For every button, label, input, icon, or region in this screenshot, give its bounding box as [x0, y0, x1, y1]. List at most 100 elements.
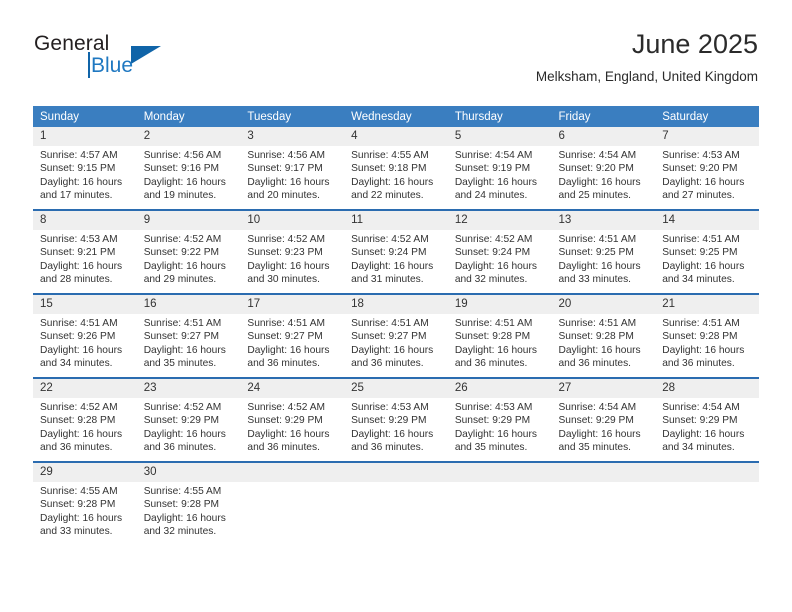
daylight-text-line2: and 36 minutes.	[247, 442, 320, 454]
day-number: 29	[33, 463, 137, 482]
weekday-header-row: Sunday Monday Tuesday Wednesday Thursday…	[33, 106, 759, 127]
day-number: 6	[551, 127, 656, 146]
day-details: Sunrise: 4:52 AM Sunset: 9:29 PM Dayligh…	[137, 398, 241, 455]
day-cell[interactable]: 5 Sunrise: 4:54 AM Sunset: 9:19 PM Dayli…	[447, 127, 552, 211]
day-number: 20	[551, 295, 656, 314]
sunset-text: Sunset: 9:27 PM	[143, 331, 220, 343]
day-cell[interactable]: 10 Sunrise: 4:52 AM Sunset: 9:23 PM Dayl…	[240, 210, 345, 295]
day-cell[interactable]: 2 Sunrise: 4:56 AM Sunset: 9:16 PM Dayli…	[136, 127, 241, 211]
day-cell[interactable]: 22 Sunrise: 4:52 AM Sunset: 9:28 PM Dayl…	[33, 378, 137, 463]
day-number: 28	[655, 379, 759, 398]
day-number	[344, 463, 448, 482]
daylight-text-line2: and 33 minutes.	[558, 274, 632, 286]
week-row: 22 Sunrise: 4:52 AM Sunset: 9:28 PM Dayl…	[33, 378, 759, 463]
daylight-text-line1: Daylight: 16 hours	[454, 428, 537, 440]
day-cell[interactable]: 11 Sunrise: 4:52 AM Sunset: 9:24 PM Dayl…	[344, 210, 448, 295]
daylight-text-line1: Daylight: 16 hours	[247, 176, 330, 188]
day-details: Sunrise: 4:53 AM Sunset: 9:20 PM Dayligh…	[655, 146, 759, 203]
daylight-text-line2: and 24 minutes.	[454, 190, 528, 202]
weekday-header-thursday: Thursday	[447, 106, 552, 127]
day-details: Sunrise: 4:53 AM Sunset: 9:21 PM Dayligh…	[33, 230, 137, 287]
sunrise-text: Sunrise: 4:53 AM	[40, 234, 118, 245]
day-number: 5	[447, 127, 552, 146]
day-cell[interactable]: 19 Sunrise: 4:51 AM Sunset: 9:28 PM Dayl…	[447, 294, 552, 379]
day-cell[interactable]: 30 Sunrise: 4:55 AM Sunset: 9:28 PM Dayl…	[136, 462, 241, 545]
day-cell[interactable]: 4 Sunrise: 4:55 AM Sunset: 9:18 PM Dayli…	[344, 127, 448, 211]
sunrise-text: Sunrise: 4:51 AM	[40, 318, 118, 329]
day-cell[interactable]: 27 Sunrise: 4:54 AM Sunset: 9:29 PM Dayl…	[551, 378, 656, 463]
daylight-text-line2: and 32 minutes.	[143, 526, 217, 538]
day-cell[interactable]: 12 Sunrise: 4:52 AM Sunset: 9:24 PM Dayl…	[447, 210, 552, 295]
day-cell[interactable]: 9 Sunrise: 4:52 AM Sunset: 9:22 PM Dayli…	[136, 210, 241, 295]
sunrise-text: Sunrise: 4:54 AM	[558, 150, 637, 161]
daylight-text-line2: and 33 minutes.	[40, 526, 113, 538]
daylight-text-line2: and 27 minutes.	[662, 190, 735, 202]
day-cell[interactable]: 26 Sunrise: 4:53 AM Sunset: 9:29 PM Dayl…	[447, 378, 552, 463]
sunrise-text: Sunrise: 4:52 AM	[247, 234, 325, 245]
logo-text-blue: Blue	[91, 54, 134, 77]
day-number: 4	[344, 127, 448, 146]
day-cell-empty	[344, 462, 448, 545]
sunrise-text: Sunrise: 4:51 AM	[662, 318, 740, 329]
day-cell[interactable]: 29 Sunrise: 4:55 AM Sunset: 9:28 PM Dayl…	[33, 462, 137, 545]
daylight-text-line2: and 22 minutes.	[351, 190, 424, 202]
day-cell[interactable]: 20 Sunrise: 4:51 AM Sunset: 9:28 PM Dayl…	[551, 294, 656, 379]
sunset-text: Sunset: 9:20 PM	[662, 163, 738, 175]
day-details: Sunrise: 4:51 AM Sunset: 9:25 PM Dayligh…	[655, 230, 759, 287]
day-details: Sunrise: 4:51 AM Sunset: 9:26 PM Dayligh…	[33, 314, 137, 371]
sunset-text: Sunset: 9:29 PM	[247, 415, 323, 427]
day-cell[interactable]: 24 Sunrise: 4:52 AM Sunset: 9:29 PM Dayl…	[240, 378, 345, 463]
daylight-text-line2: and 36 minutes.	[143, 442, 217, 454]
day-cell[interactable]: 17 Sunrise: 4:51 AM Sunset: 9:27 PM Dayl…	[240, 294, 345, 379]
day-cell[interactable]: 15 Sunrise: 4:51 AM Sunset: 9:26 PM Dayl…	[33, 294, 137, 379]
general-blue-logo[interactable]: General Blue	[34, 32, 244, 88]
day-details: Sunrise: 4:54 AM Sunset: 9:20 PM Dayligh…	[552, 146, 656, 203]
day-number: 21	[655, 295, 759, 314]
sunset-text: Sunset: 9:29 PM	[351, 415, 427, 427]
day-details: Sunrise: 4:51 AM Sunset: 9:25 PM Dayligh…	[552, 230, 656, 287]
daylight-text-line1: Daylight: 16 hours	[247, 344, 330, 356]
daylight-text-line2: and 19 minutes.	[143, 190, 217, 202]
weekday-header-sunday: Sunday	[33, 106, 137, 127]
day-cell-empty	[240, 462, 345, 545]
day-details: Sunrise: 4:54 AM Sunset: 9:29 PM Dayligh…	[552, 398, 656, 455]
daylight-text-line2: and 32 minutes.	[454, 274, 528, 286]
daylight-text-line1: Daylight: 16 hours	[558, 260, 641, 272]
day-number: 10	[240, 211, 345, 230]
day-number: 23	[136, 379, 241, 398]
logo-divider-bar	[88, 52, 90, 78]
daylight-text-line1: Daylight: 16 hours	[143, 428, 226, 440]
sunrise-text: Sunrise: 4:52 AM	[143, 234, 222, 245]
day-details: Sunrise: 4:52 AM Sunset: 9:24 PM Dayligh…	[448, 230, 552, 287]
day-details: Sunrise: 4:55 AM Sunset: 9:18 PM Dayligh…	[344, 146, 448, 203]
day-cell[interactable]: 16 Sunrise: 4:51 AM Sunset: 9:27 PM Dayl…	[136, 294, 241, 379]
day-cell[interactable]: 13 Sunrise: 4:51 AM Sunset: 9:25 PM Dayl…	[551, 210, 656, 295]
day-cell[interactable]: 6 Sunrise: 4:54 AM Sunset: 9:20 PM Dayli…	[551, 127, 656, 211]
daylight-text-line2: and 25 minutes.	[558, 190, 632, 202]
sunrise-text: Sunrise: 4:56 AM	[247, 150, 325, 161]
daylight-text-line2: and 36 minutes.	[351, 358, 424, 370]
day-cell[interactable]: 8 Sunrise: 4:53 AM Sunset: 9:21 PM Dayli…	[33, 210, 137, 295]
sunrise-text: Sunrise: 4:54 AM	[662, 402, 740, 413]
day-number: 12	[447, 211, 552, 230]
daylight-text-line2: and 35 minutes.	[558, 442, 632, 454]
day-cell[interactable]: 21 Sunrise: 4:51 AM Sunset: 9:28 PM Dayl…	[655, 294, 759, 379]
day-details: Sunrise: 4:53 AM Sunset: 9:29 PM Dayligh…	[448, 398, 552, 455]
sunrise-text: Sunrise: 4:51 AM	[662, 234, 740, 245]
day-cell[interactable]: 23 Sunrise: 4:52 AM Sunset: 9:29 PM Dayl…	[136, 378, 241, 463]
day-cell[interactable]: 18 Sunrise: 4:51 AM Sunset: 9:27 PM Dayl…	[344, 294, 448, 379]
sunrise-text: Sunrise: 4:52 AM	[247, 402, 325, 413]
daylight-text-line2: and 36 minutes.	[558, 358, 632, 370]
day-cell[interactable]: 25 Sunrise: 4:53 AM Sunset: 9:29 PM Dayl…	[344, 378, 448, 463]
day-cell[interactable]: 1 Sunrise: 4:57 AM Sunset: 9:15 PM Dayli…	[33, 127, 137, 211]
week-row: 1 Sunrise: 4:57 AM Sunset: 9:15 PM Dayli…	[33, 127, 759, 211]
daylight-text-line2: and 30 minutes.	[247, 274, 320, 286]
day-cell[interactable]: 7 Sunrise: 4:53 AM Sunset: 9:20 PM Dayli…	[655, 127, 759, 211]
day-details: Sunrise: 4:51 AM Sunset: 9:28 PM Dayligh…	[552, 314, 656, 371]
logo-triangle-icon	[131, 46, 161, 64]
sunrise-text: Sunrise: 4:53 AM	[351, 402, 429, 413]
day-cell[interactable]: 28 Sunrise: 4:54 AM Sunset: 9:29 PM Dayl…	[655, 378, 759, 463]
day-cell[interactable]: 3 Sunrise: 4:56 AM Sunset: 9:17 PM Dayli…	[240, 127, 345, 211]
calendar-page: General Blue June 2025 Melksham, England…	[0, 0, 792, 612]
day-cell[interactable]: 14 Sunrise: 4:51 AM Sunset: 9:25 PM Dayl…	[655, 210, 759, 295]
